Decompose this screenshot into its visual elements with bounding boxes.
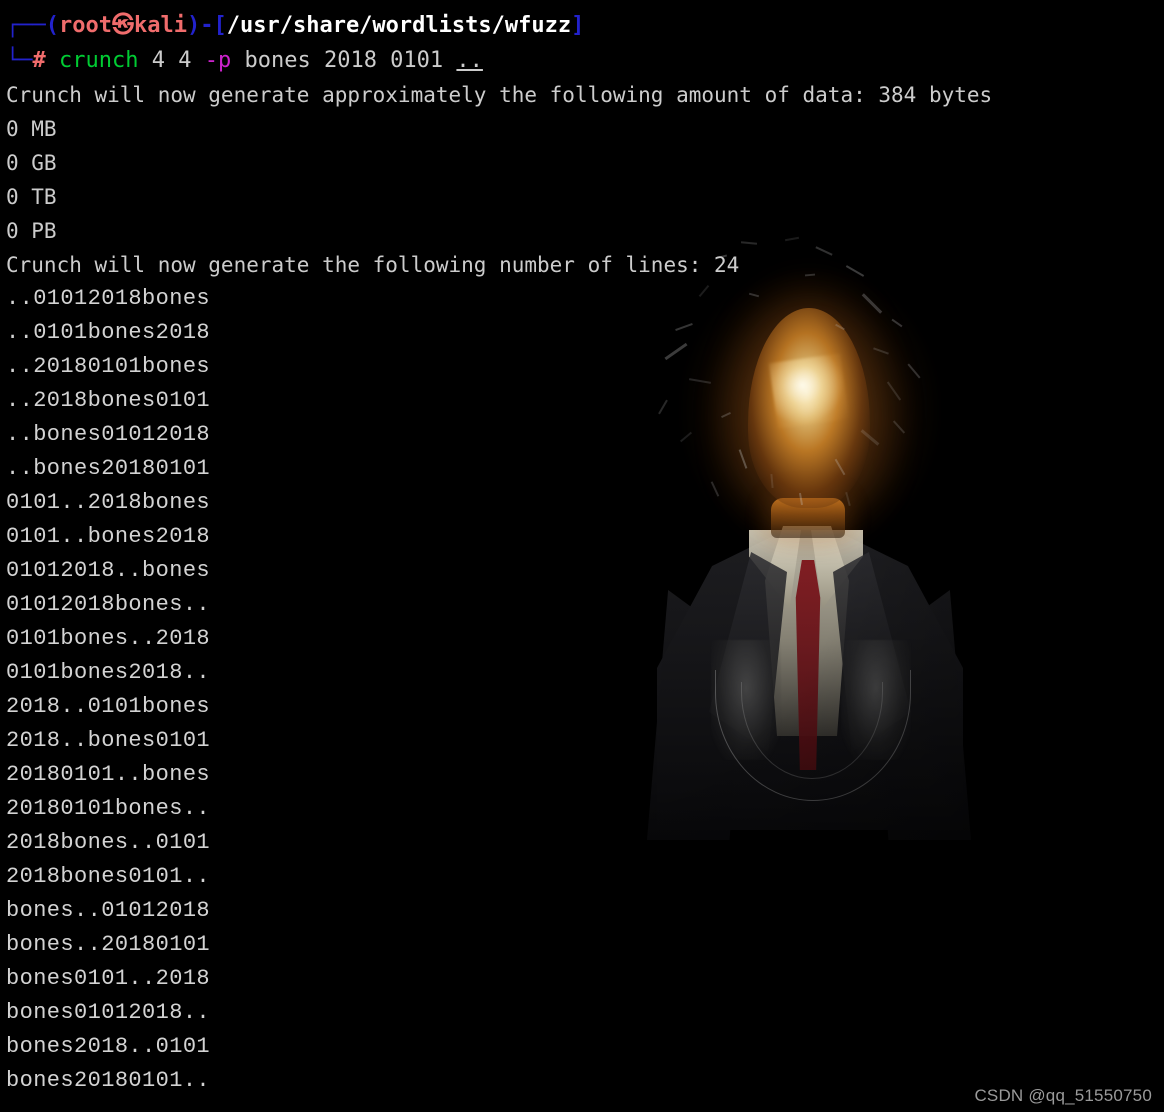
prompt-line-command[interactable]: └─# crunch 4 4 -p bones 2018 0101 .. — [6, 44, 1164, 78]
wordlist-line: 20180101..bones — [6, 762, 211, 787]
wordlist-line: ..2018bones0101 — [6, 388, 211, 413]
output-message-line: Crunch will now generate approximately t… — [6, 83, 993, 107]
output-messages: Crunch will now generate approximately t… — [6, 78, 1164, 282]
generated-wordlist: ..01012018bones ..0101bones2018 ..20180101… — [6, 282, 1164, 1098]
wordlist-line: 01012018..bones — [6, 558, 211, 583]
wordlist-line: 20180101bones.. — [6, 796, 211, 821]
wordlist-line: bones..20180101 — [6, 932, 211, 957]
wordlist-line: bones01012018.. — [6, 1000, 211, 1025]
wordlist-line: 2018bones0101.. — [6, 864, 211, 889]
wordlist-line: 2018..0101bones — [6, 694, 211, 719]
command-arg-max: 4 — [178, 48, 192, 73]
prompt-dash: - — [200, 13, 214, 38]
prompt-bracket-close: ] — [571, 13, 585, 38]
command-name: crunch — [59, 48, 139, 73]
prompt-at-icon: ㉿ — [111, 13, 134, 38]
command-arg-min: 4 — [151, 48, 165, 73]
wordlist-line: ..01012018bones — [6, 286, 211, 311]
command-pattern-args: bones 2018 0101 — [244, 48, 444, 73]
prompt-path: /usr/share/wordlists/wfuzz — [226, 13, 572, 38]
wordlist-line: bones..01012018 — [6, 898, 211, 923]
prompt-paren-close: ) — [186, 13, 201, 38]
wordlist-line: bones2018..0101 — [6, 1034, 211, 1059]
prompt-hash-symbol: # — [32, 48, 46, 73]
wordlist-line: ..0101bones2018 — [6, 320, 211, 345]
prompt-box-bottom: └─ — [6, 48, 33, 73]
csdn-watermark: CSDN @qq_51550750 — [974, 1086, 1152, 1105]
wordlist-line: 01012018bones.. — [6, 592, 211, 617]
prompt-paren-open: ( — [45, 13, 59, 38]
command-flag-p: -p — [204, 48, 232, 73]
wordlist-line: 2018bones..0101 — [6, 830, 211, 855]
wordlist-line: ..bones20180101 — [6, 456, 211, 481]
output-message-line: 0 TB — [6, 185, 57, 209]
prompt-user: root — [59, 13, 112, 38]
wordlist-line: ..bones01012018 — [6, 422, 211, 447]
prompt-bracket-open: [ — [213, 13, 227, 38]
wordlist-line: ..20180101bones — [6, 354, 211, 379]
wordlist-line: bones0101..2018 — [6, 966, 211, 991]
command-trailing-path: .. — [456, 48, 483, 73]
terminal-window[interactable]: ┌──(root㉿kali)-[/usr/share/wordlists/wfu… — [0, 0, 1164, 1112]
output-message-line: 0 MB — [6, 117, 57, 141]
prompt-box-top: ┌── — [6, 13, 46, 38]
prompt-host: kali — [134, 13, 187, 38]
wordlist-line: 0101..2018bones — [6, 490, 211, 515]
output-message-line: Crunch will now generate the following n… — [6, 253, 740, 277]
output-message-line: 0 GB — [6, 151, 57, 175]
wordlist-line: 0101..bones2018 — [6, 524, 211, 549]
wordlist-line: 2018..bones0101 — [6, 728, 211, 753]
wordlist-line: 0101bones2018.. — [6, 660, 211, 685]
prompt-line-top: ┌──(root㉿kali)-[/usr/share/wordlists/wfu… — [6, 8, 1164, 44]
output-message-line: 0 PB — [6, 219, 57, 243]
wordlist-line: 0101bones..2018 — [6, 626, 211, 651]
